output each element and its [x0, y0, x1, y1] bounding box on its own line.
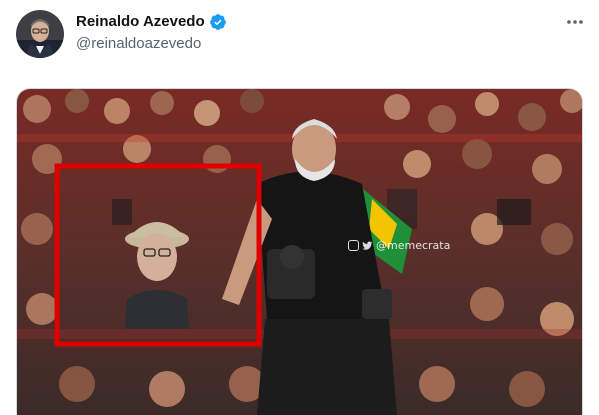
instagram-icon [348, 240, 359, 251]
verified-badge-icon [209, 14, 226, 30]
author-handle[interactable]: @reinaldoazevedo [76, 34, 227, 54]
watermark-text: @memecrata [376, 239, 451, 252]
author-info: Reinaldo Azevedo @reinaldoazevedo [76, 12, 227, 54]
more-horizontal-icon [567, 20, 583, 24]
author-avatar[interactable] [16, 10, 64, 58]
twitter-bird-icon [362, 241, 373, 250]
crowd-photo [17, 89, 582, 415]
avatar-image [16, 10, 64, 58]
tweet: Reinaldo Azevedo @reinaldoazevedo @memec… [0, 0, 599, 415]
tweet-photo[interactable]: @memecrata [16, 88, 583, 415]
more-options-button[interactable] [563, 12, 587, 32]
author-display-name[interactable]: Reinaldo Azevedo [76, 12, 205, 32]
photo-watermark: @memecrata [348, 239, 450, 252]
author-name-row: Reinaldo Azevedo [76, 12, 227, 32]
